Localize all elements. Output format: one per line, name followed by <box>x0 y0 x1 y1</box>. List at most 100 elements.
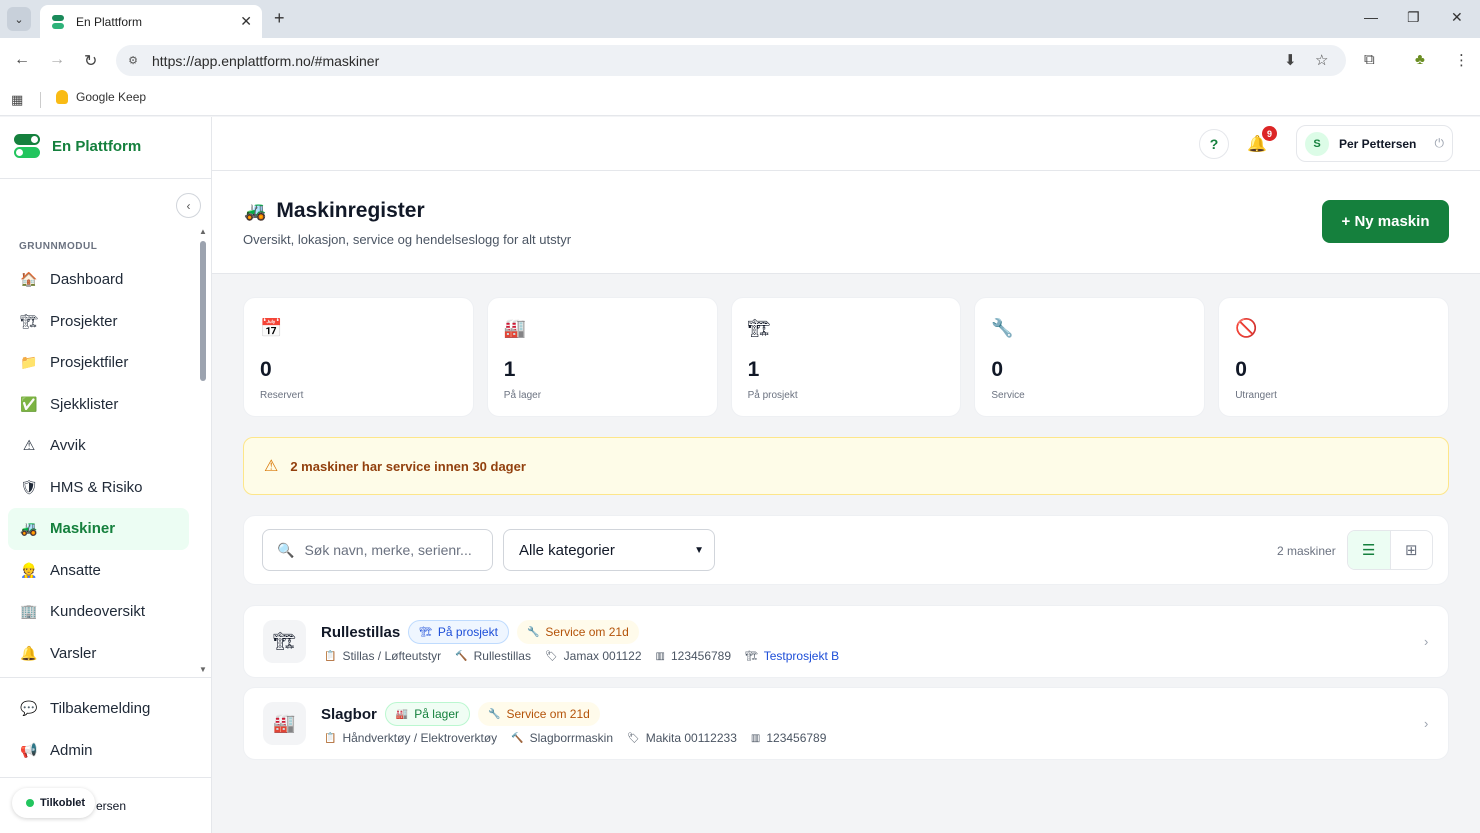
user-menu[interactable]: S Per Pettersen ⏻ <box>1296 125 1453 162</box>
sidebar-item-prosjektfiler[interactable]: 📁 Prosjektfiler <box>8 342 189 384</box>
scroll-down-icon[interactable]: ▼ <box>199 665 207 674</box>
sidebar-item-sjekklister[interactable]: ✅ Sjekklister <box>8 384 189 426</box>
apps-grid-icon[interactable]: ▦ <box>11 92 23 108</box>
collapse-sidebar-button[interactable]: ‹ <box>176 193 201 218</box>
sidebar-item-label: Maskiner <box>50 520 116 538</box>
restore-icon[interactable]: ❐ <box>1407 9 1420 26</box>
stat-card[interactable]: 🏗 1 På prosjekt <box>730 297 962 417</box>
sidebar: En Plattform ‹ ▲ ▼ GRUNNMODUL 🏠 Dashboar… <box>0 117 212 833</box>
factory-icon: 🏭 <box>503 318 527 338</box>
sidebar-user-name[interactable]: ersen <box>96 799 126 813</box>
site-info-icon[interactable]: ⚙ <box>124 52 142 70</box>
lightbulb-icon <box>56 90 68 104</box>
machine-meta: 📋 Håndverktøy / Elektroverktøy 🔨 Slagborrm… <box>324 731 840 745</box>
sidebar-item-label: Ansatte <box>50 561 101 579</box>
machine-type: 🔨 Slagborrmaskin <box>511 731 613 745</box>
bookmark-google-keep[interactable]: Google Keep <box>56 90 146 104</box>
sidebar-item-label: Kundeoversikt <box>50 603 146 621</box>
tab-close-icon[interactable]: ✕ <box>240 13 252 30</box>
machine-category: 📋 Stillas / Løfteutstyr <box>324 649 441 663</box>
sidebar-item-tilbakemelding[interactable]: 💬 Tilbakemelding <box>8 687 189 729</box>
machine-brand: 🏷 Makita 00112233 <box>627 731 737 745</box>
machine-type: 🔨 Rullestillas <box>455 649 531 663</box>
help-button[interactable]: ? <box>1199 129 1229 159</box>
sidebar-item-ansatte[interactable]: 👷 Ansatte <box>8 550 189 592</box>
forward-icon[interactable]: → <box>49 51 65 69</box>
checkbox-icon: ✅ <box>20 395 38 412</box>
bookmark-label: Google Keep <box>76 90 147 104</box>
new-machine-button[interactable]: + Ny maskin <box>1322 200 1449 243</box>
chevron-right-icon[interactable]: › <box>1424 716 1428 731</box>
service-badge: 🔧 Service om 21d <box>478 702 600 726</box>
building-icon: 🏢 <box>20 603 38 620</box>
reload-icon[interactable]: ↻ <box>84 51 97 71</box>
brand[interactable]: En Plattform <box>14 133 141 159</box>
machine-project[interactable]: 🏗 Testprosjekt B <box>745 649 839 663</box>
sidebar-item-kundeoversikt[interactable]: 🏢 Kundeoversikt <box>8 591 189 633</box>
crane-icon: 🏗 <box>20 312 38 329</box>
browser-tab[interactable]: En Plattform ✕ <box>40 5 262 38</box>
divider <box>0 677 211 678</box>
scroll-up-icon[interactable]: ▲ <box>199 227 207 236</box>
sidebar-item-label: HMS & Risiko <box>50 478 143 496</box>
stat-value: 0 <box>260 358 272 381</box>
browser-address-bar: ← → ↻ ⚙ https://app.enplattform.no/#mask… <box>0 38 1480 84</box>
sidebar-item-prosjekter[interactable]: 🏗 Prosjekter <box>8 301 189 343</box>
sidebar-item-avvik[interactable]: ⚠ Avvik <box>8 425 189 467</box>
search-box[interactable]: 🔍 <box>262 529 493 571</box>
sidebar-scrollbar[interactable]: ▲ ▼ <box>199 227 208 677</box>
logout-power-icon[interactable]: ⏻ <box>1435 136 1445 151</box>
list-view-icon[interactable]: ☰ <box>1348 531 1391 569</box>
divider <box>0 777 211 778</box>
section-label: GRUNNMODUL <box>19 241 98 252</box>
stat-card[interactable]: 🚫 0 Utrangert <box>1218 297 1449 417</box>
tab-title: En Plattform <box>76 14 143 29</box>
window-close-icon[interactable]: ✕ <box>1451 9 1463 26</box>
install-app-icon[interactable]: ⬇ <box>1284 51 1297 69</box>
search-input[interactable] <box>304 542 485 558</box>
warning-icon: ⚠ <box>22 437 36 454</box>
category-select[interactable]: Alle kategorier ▼ <box>503 529 715 571</box>
new-tab-icon[interactable]: + <box>274 8 285 29</box>
bell-icon: 🔔 <box>20 644 38 661</box>
sidebar-item-label: Tilbakemelding <box>50 699 151 717</box>
sidebar-item-varsler[interactable]: 🔔 Varsler <box>8 633 189 675</box>
stat-card[interactable]: 📅 0 Reservert <box>243 297 474 417</box>
machine-serial-label: 123456789 <box>670 649 732 663</box>
grid-view-icon[interactable]: ⊞ <box>1391 531 1433 569</box>
stat-value: 1 <box>747 358 760 381</box>
machine-brand-label: Jamax 001122 <box>563 649 642 663</box>
app-favicon-icon <box>50 14 66 30</box>
tag-icon: 🏷 <box>544 650 558 662</box>
project-link[interactable]: Testprosjekt B <box>764 649 839 663</box>
sidebar-item-maskiner[interactable]: 🚜 Maskiner <box>8 508 189 550</box>
minimize-icon[interactable]: — <box>1364 9 1378 25</box>
sidebar-item-hms-risiko[interactable]: 🛡 HMS & Risiko <box>8 467 189 509</box>
tag-icon: 🏷 <box>627 732 640 744</box>
bookmark-star-icon[interactable]: ☆ <box>1315 51 1328 69</box>
divider <box>0 178 211 179</box>
wrench-icon: 🔧 <box>526 626 540 638</box>
chevron-right-icon[interactable]: › <box>1424 634 1428 649</box>
stat-card[interactable]: 🏭 1 På lager <box>486 297 718 417</box>
sidebar-item-admin[interactable]: 📢 Admin <box>8 729 189 771</box>
tab-search-dropdown-icon[interactable]: ⌄ <box>7 7 31 31</box>
extensions-icon[interactable]: ⧉ <box>1364 51 1375 68</box>
machine-category-label: Stillas / Løfteutstyr <box>342 649 442 663</box>
status-badge: 🏗 På prosjekt <box>408 620 509 644</box>
service-badge-label: Service om 21d <box>506 707 590 721</box>
back-icon[interactable]: ← <box>14 51 30 69</box>
clipboard-icon: 📋 <box>324 732 337 744</box>
url-bar[interactable]: ⚙ https://app.enplattform.no/#maskiner <box>116 45 1346 76</box>
sidebar-item-dashboard[interactable]: 🏠 Dashboard <box>8 259 189 301</box>
wrench-icon: 🔧 <box>991 318 1014 338</box>
stat-card[interactable]: 🔧 0 Service <box>974 297 1206 417</box>
scroll-thumb[interactable] <box>200 241 206 381</box>
bookmarks-bar: ▦ Google Keep <box>0 84 1480 116</box>
browser-menu-icon[interactable]: ⋮ <box>1454 51 1469 69</box>
profile-icon[interactable]: ♣ <box>1415 51 1425 68</box>
tool-icon: 🔨 <box>511 732 524 744</box>
filter-bar: 🔍 Alle kategorier ▼ 2 maskiner ☰ ⊞ <box>243 515 1449 585</box>
machine-card[interactable]: 🏭 Slagbor 🏭 På lager 🔧 Service om 21d 📋 Hån… <box>243 687 1449 760</box>
machine-card[interactable]: 🏗 Rullestillas 🏗 På prosjekt 🔧 Service om … <box>243 605 1449 678</box>
